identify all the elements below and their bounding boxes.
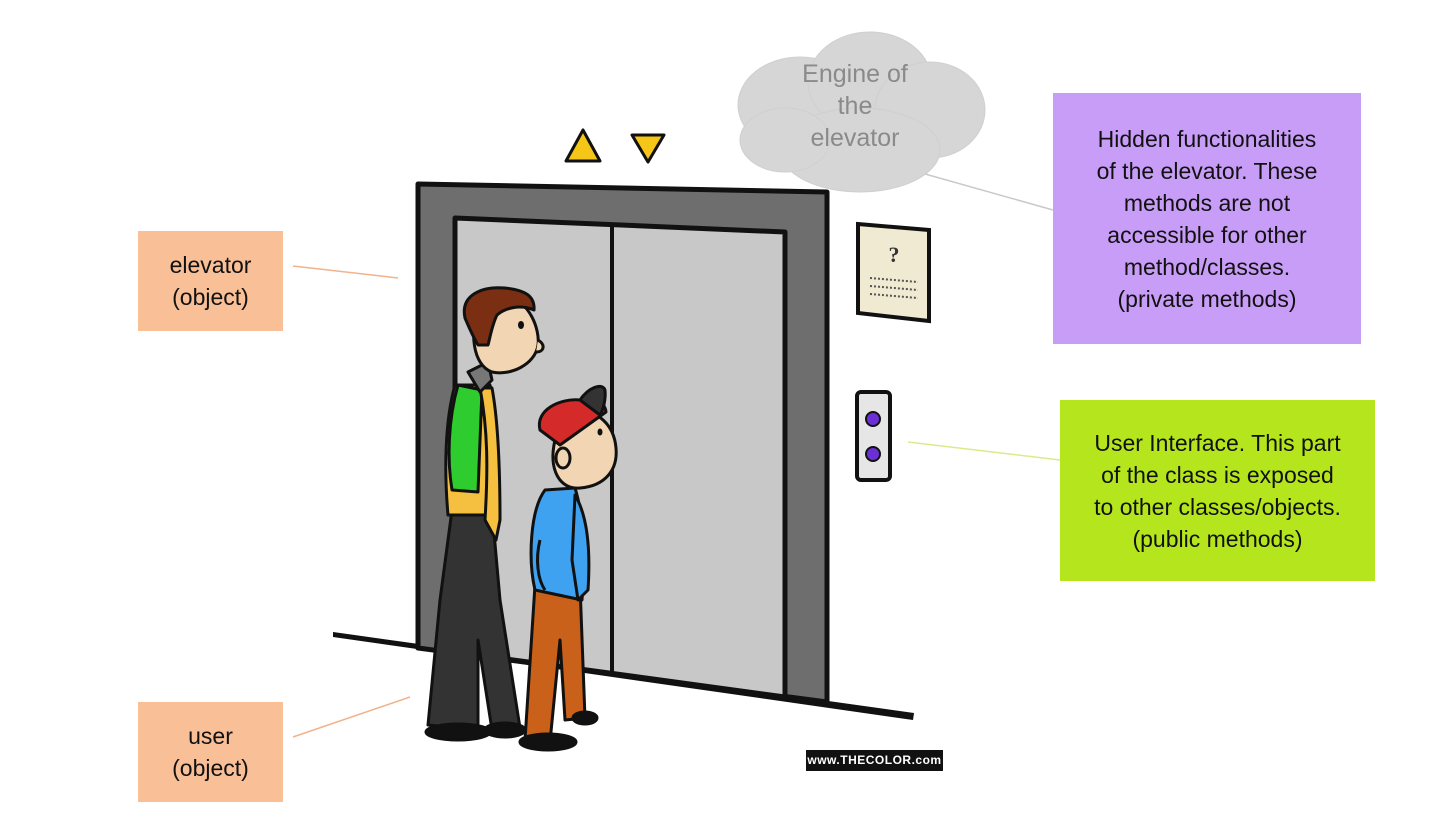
public-methods-label: User Interface. This part of the class i…: [1060, 400, 1375, 581]
down-call-button-icon: [865, 446, 881, 462]
elevator-connector-line: [292, 265, 399, 279]
private-label-line1: Hidden functionalities: [1097, 125, 1317, 152]
up-arrow-icon: [564, 128, 602, 163]
private-label-line5: method/classes.: [1123, 253, 1291, 280]
engine-cloud-text: Engine of the elevator: [770, 58, 940, 154]
elevator-object-label: elevator (object): [138, 231, 283, 331]
cloud-text-line3: elevator: [810, 124, 900, 152]
cloud-text-line1: Engine of: [802, 60, 908, 88]
sign-question-mark: ?: [889, 242, 900, 267]
watermark-logo: www.THECOLOR.com: [806, 750, 943, 771]
user-connector-line: [292, 696, 411, 738]
wall-sign: ?: [856, 221, 931, 324]
private-label-line3: methods are not: [1123, 189, 1291, 216]
cloud-text-line2: the: [837, 92, 873, 120]
elevator-label-line1: elevator: [169, 252, 252, 278]
ui-connector-line: [907, 441, 1061, 461]
user-label-line2: (object): [172, 755, 249, 781]
call-button-panel: [855, 390, 892, 482]
user-label-line1: user: [188, 723, 233, 749]
public-label-line2: of the class is exposed: [1101, 461, 1334, 488]
private-methods-label: Hidden functionalities of the elevator. …: [1053, 93, 1361, 344]
public-label-line4: (public methods): [1132, 525, 1303, 552]
elevator-label-line2: (object): [172, 284, 249, 310]
hidden-connector-line: [917, 171, 1054, 211]
public-label-line3: to other classes/objects.: [1094, 493, 1341, 520]
down-arrow-icon: [630, 133, 666, 164]
private-label-line2: of the elevator. These: [1096, 157, 1318, 184]
user-object-label: user (object): [138, 702, 283, 802]
private-label-line6: (private methods): [1117, 285, 1297, 312]
up-call-button-icon: [865, 411, 881, 427]
public-label-line1: User Interface. This part: [1094, 429, 1341, 456]
private-label-line4: accessible for other: [1107, 221, 1307, 248]
